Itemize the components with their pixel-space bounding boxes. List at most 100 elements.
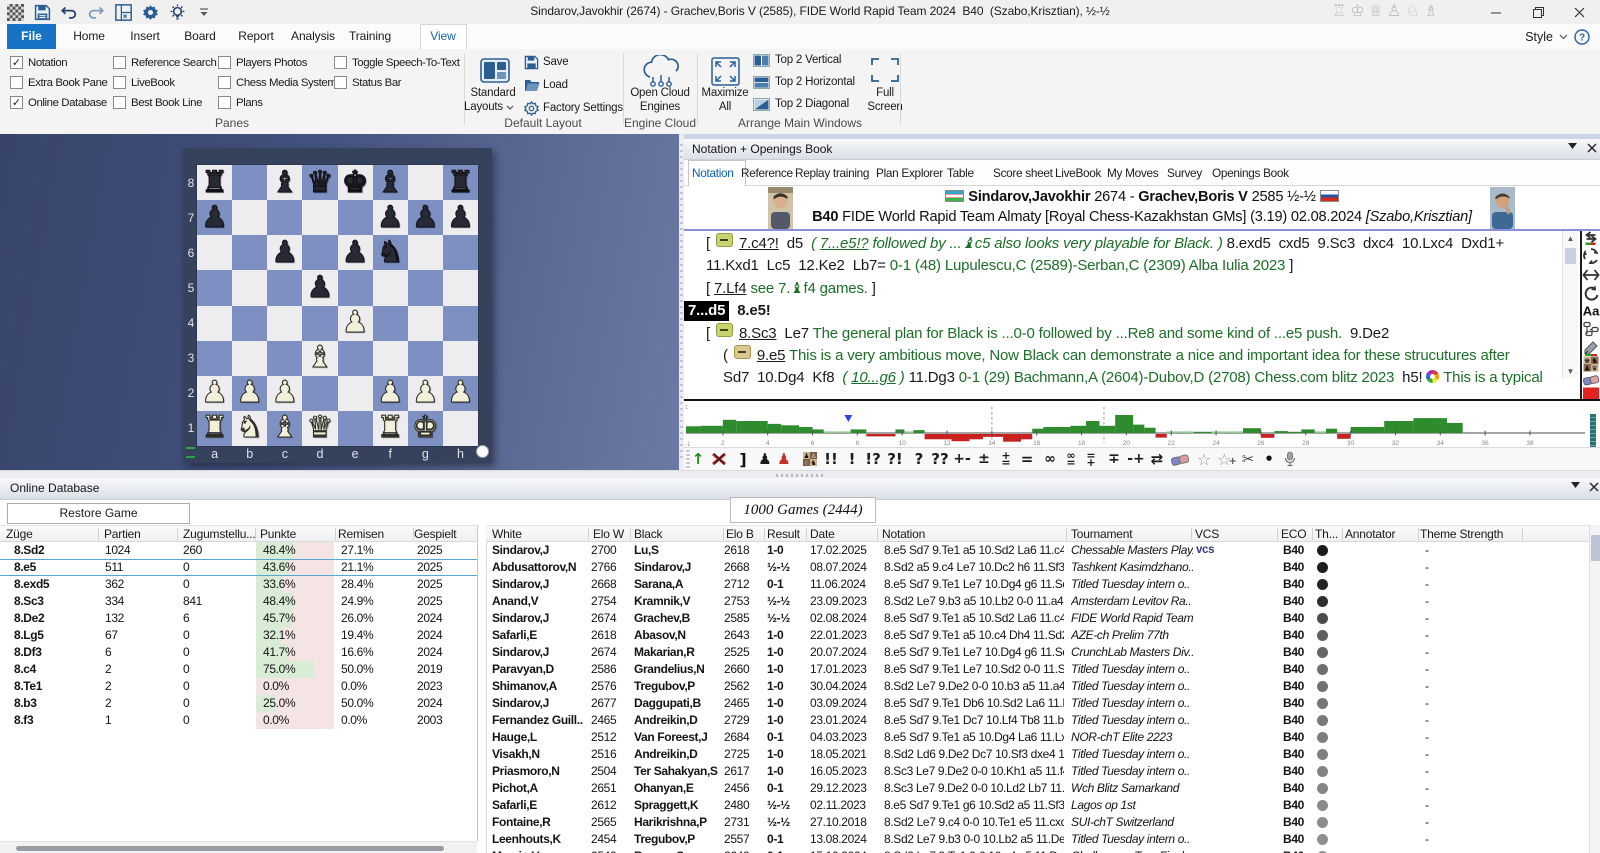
checkbox[interactable] [113,56,126,69]
column-header-black[interactable]: Black [634,527,662,541]
column-header-punkte[interactable]: Punkte [260,527,296,541]
ribbon-tab-view[interactable]: View [430,24,455,49]
undo-icon[interactable] [60,3,78,21]
piece-wk-g1[interactable]: ♚ [408,411,443,446]
piece-wn-b1[interactable]: ♞ [232,411,267,446]
gear-icon[interactable] [141,3,159,21]
notation-segment[interactable]: 8.Sc3 [739,325,776,342]
checkbox[interactable] [334,76,347,89]
column-header-date[interactable]: Date [810,527,835,541]
microphone-icon[interactable] [1284,448,1296,470]
maximize-button[interactable] [1521,0,1555,24]
splitter-drag-handle[interactable] [776,474,824,477]
square-b7[interactable] [232,200,267,235]
pane-toggle-status-bar[interactable]: Status Bar [334,76,401,89]
square-d6[interactable] [302,235,337,270]
notation-panel-header[interactable]: Notation + Openings Book [684,139,1600,160]
notation-tab-notation[interactable]: Notation [692,160,734,186]
checkbox[interactable] [218,76,231,89]
square-h6[interactable] [443,235,478,270]
piece-wp-h2[interactable]: ♟ [443,376,478,411]
piece-wr-f1[interactable]: ♜ [373,411,408,446]
square-e1[interactable] [338,411,373,446]
square-a4[interactable] [197,306,232,341]
notation-segment[interactable]: h5! [1394,369,1426,386]
black-move-pawn-icon[interactable]: ♟ [758,448,771,470]
save-icon[interactable] [33,3,51,21]
notation-segment[interactable]: 0-1 (48) Lupulescu,C (2589)-Serban,C (23… [890,257,1285,274]
notation-segment[interactable]: 8.e5! [737,302,770,319]
scroll-down-icon[interactable]: ▼ [1563,367,1578,376]
ribbon-tab-board[interactable]: Board [184,24,216,49]
scissors-icon[interactable]: ✂ [1242,448,1255,470]
piece-wp-b2[interactable]: ♟ [232,376,267,411]
pane-toggle-reference-search[interactable]: Reference Search [113,56,216,69]
piece-wr-a1[interactable]: ♜ [197,411,232,446]
piece-bn-f6[interactable]: ♞ [373,235,408,270]
column-header-partien[interactable]: Partien [104,527,141,541]
marker-pen-icon[interactable] [1583,340,1599,356]
game-header-players[interactable]: Sindarov,Javokhir 2674 - Grachev,Boris V… [684,189,1600,205]
panel-close-icon[interactable] [1587,143,1597,153]
notation-segment[interactable]: ] [1285,257,1293,274]
piece-wp-c2[interactable]: ♟ [267,376,302,411]
notation-tab-table[interactable]: Table [947,160,974,186]
square-h4[interactable] [443,306,478,341]
notation-segment[interactable]: see 7.♝f4 games. [750,280,867,297]
close-button[interactable] [1562,0,1596,24]
square-c3[interactable] [267,341,302,376]
checkbox[interactable] [113,76,126,89]
very-good-move-icon[interactable]: !! [824,448,838,470]
square-h3[interactable] [443,341,478,376]
notation-segment[interactable]: 7.c4?! [739,235,779,252]
notation-tab-livebook[interactable]: LiveBook [1055,160,1101,186]
redo-icon[interactable] [87,3,105,21]
notation-segment[interactable]: [ [706,235,714,252]
blunder-icon[interactable]: ?? [931,448,948,470]
ribbon-tab-file[interactable]: File [7,24,56,49]
compensation-icon[interactable]: ∞= [1066,448,1075,470]
notation-segment[interactable]: ( [842,369,851,386]
piece-bp-h7[interactable]: ♟ [443,200,478,235]
moves-table-hscrollbar[interactable] [0,841,477,853]
column-header-tournament[interactable]: Tournament [1071,527,1132,541]
square-c4[interactable] [267,306,302,341]
black-slightly-better-icon[interactable]: =+ [1086,448,1095,470]
current-move[interactable]: 7...d5 [684,301,729,321]
column-header-th-[interactable]: Th... [1315,527,1338,541]
lightbulb-icon[interactable] [168,3,186,21]
square-b6[interactable] [232,235,267,270]
vscrollbar-thumb[interactable] [1591,535,1600,561]
square-e2[interactable] [338,376,373,411]
white-slightly-better-icon[interactable]: += [1001,448,1010,470]
square-b5[interactable] [232,270,267,305]
pieces-grid-icon[interactable]: ♟♙♘♞ [803,448,817,470]
star-icon[interactable]: ☆ [1197,448,1211,470]
red-square-icon[interactable] [1583,388,1599,400]
style-selector[interactable]: Style ? [1525,29,1590,45]
ribbon-tab-training[interactable]: Training [349,24,391,49]
pane-toggle-best-book-line[interactable]: Best Book Line [113,96,202,109]
board-squares[interactable]: ♜♝♛♚♝♜♟♟♟♟♟♟♞♟♟♝♟♟♟♟♟♟♜♞♝♛♜♚ [197,165,478,446]
scroll-up-icon[interactable]: ▲ [1563,234,1578,243]
rotate-icon[interactable] [1584,285,1599,301]
white-winning-icon[interactable]: +- [953,448,971,470]
games-table-vscrollbar[interactable] [1589,525,1600,853]
square-d4[interactable] [302,306,337,341]
notation-segment[interactable]: 10...g6 [851,369,896,386]
notation-tab-reference[interactable]: Reference [741,160,793,186]
pane-toggle-toggle-speech-to-text[interactable]: Toggle Speech-To-Text [334,56,459,69]
piece-bp-d5[interactable]: ♟ [302,270,337,305]
piece-br-a8[interactable]: ♜ [197,165,232,200]
navigate-arrows-icon[interactable] [1583,268,1600,282]
unclear-icon[interactable]: ∞ [1044,448,1056,470]
notation-segment[interactable]: Sd7 10.Dg4 Kf8 [723,369,842,386]
customize-dropdown-icon[interactable] [195,3,213,21]
notation-segment[interactable]: 9.e5 [757,347,785,364]
notation-segment[interactable]: [ [706,325,714,342]
square-e5[interactable] [338,270,373,305]
eraser-icon[interactable] [1583,374,1600,386]
square-f4[interactable] [373,306,408,341]
square-c7[interactable] [267,200,302,235]
variation-arrows-icon[interactable] [1583,231,1600,246]
